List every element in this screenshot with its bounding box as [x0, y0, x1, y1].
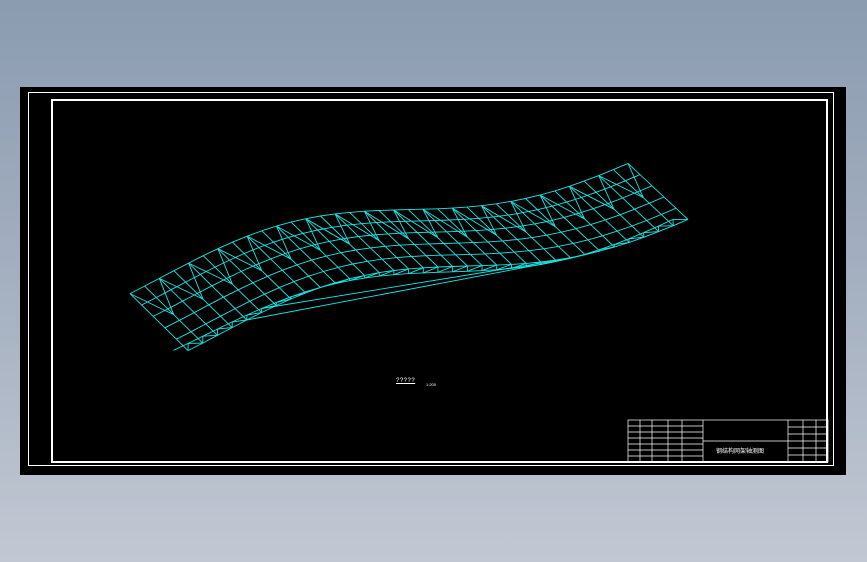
truss-transverse-member [158, 278, 218, 336]
truss-top-diagonal [129, 293, 174, 316]
truss-web-diagonal [658, 225, 674, 227]
truss-support-tie [246, 261, 556, 321]
truss-top-diagonal [217, 248, 262, 272]
truss-top-diagonal [598, 175, 644, 199]
truss-top-diagonal [246, 235, 292, 260]
truss-chord [164, 196, 665, 329]
truss-transverse-member [202, 255, 262, 313]
truss-roof-wireframe [129, 162, 689, 352]
truss-transverse-member [451, 207, 512, 265]
scale-ratio: 1:200 [426, 382, 437, 387]
cad-drawing-sheet: ????? 1:200 钢结构网架轴测图 [20, 87, 846, 475]
truss-support-tie [261, 257, 571, 309]
truss-transverse-member [364, 210, 424, 269]
truss-transverse-member [129, 293, 189, 351]
truss-chord [187, 218, 689, 352]
truss-transverse-member [217, 248, 277, 306]
truss-transverse-member [276, 225, 336, 284]
truss-web-diagonal [570, 254, 586, 259]
truss-transverse-member [422, 208, 483, 266]
truss-top-diagonal [569, 185, 615, 210]
truss-transverse-member [290, 221, 351, 280]
title-block: 钢结构网架轴测图 [628, 420, 828, 462]
truss-web-diagonal [305, 287, 321, 293]
drawing-title: 钢结构网架轴测图 [716, 449, 765, 455]
view-caption: ????? [396, 378, 416, 384]
truss-top-diagonal [188, 262, 233, 285]
truss-chord [152, 185, 653, 317]
truss-transverse-member [393, 209, 454, 267]
truss-transverse-member [188, 262, 248, 321]
truss-web-diagonal [320, 282, 336, 288]
truss-roof-drawing [129, 162, 829, 463]
truss-chord [141, 174, 641, 306]
